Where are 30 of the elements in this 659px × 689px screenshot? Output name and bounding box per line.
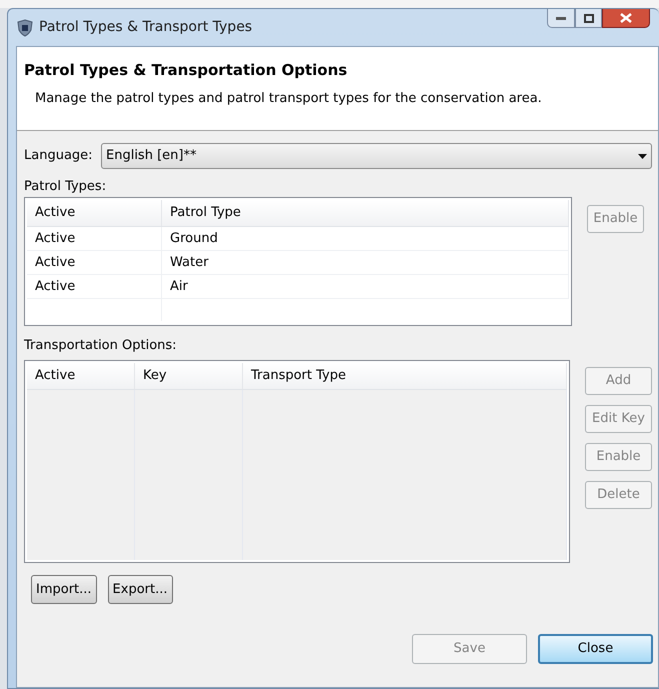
minimize-icon xyxy=(556,16,566,20)
language-value: English [en]** xyxy=(106,147,196,166)
column-header[interactable]: Active xyxy=(27,363,135,389)
column-header[interactable]: Transport Type xyxy=(243,363,567,389)
shield-icon xyxy=(17,18,33,36)
table-cell: Ground xyxy=(162,227,569,250)
column-header[interactable]: Patrol Type xyxy=(162,200,569,226)
button[interactable]: Close xyxy=(538,634,653,664)
section-label: Transportation Options: xyxy=(24,337,178,354)
minimize-button[interactable] xyxy=(547,9,575,28)
button[interactable]: Import... xyxy=(31,575,97,604)
column-header[interactable]: Key xyxy=(135,363,243,389)
section-label: Patrol Types: xyxy=(24,178,108,195)
table-cell: Water xyxy=(162,251,569,274)
maximize-icon xyxy=(584,14,594,22)
table-cell: Active xyxy=(27,251,162,274)
column-header[interactable]: Active xyxy=(27,200,162,226)
dropdown-arrow-icon xyxy=(638,154,647,158)
language-dropdown[interactable]: English [en]** xyxy=(101,143,652,169)
header-description: Manage the patrol types and patrol transport types for the conservation area. xyxy=(35,90,543,108)
table-cell: Active xyxy=(27,275,162,298)
close-window-button[interactable] xyxy=(602,9,650,28)
header-title: Patrol Types & Transportation Options xyxy=(24,61,348,79)
window-title: Patrol Types & Transport Types xyxy=(39,18,252,37)
language-label: Language: xyxy=(24,147,94,166)
maximize-button[interactable] xyxy=(575,9,602,28)
table-cell: Air xyxy=(162,275,569,298)
close-icon xyxy=(620,13,632,23)
table-cell: Active xyxy=(27,227,162,250)
button[interactable]: Export... xyxy=(108,575,172,604)
